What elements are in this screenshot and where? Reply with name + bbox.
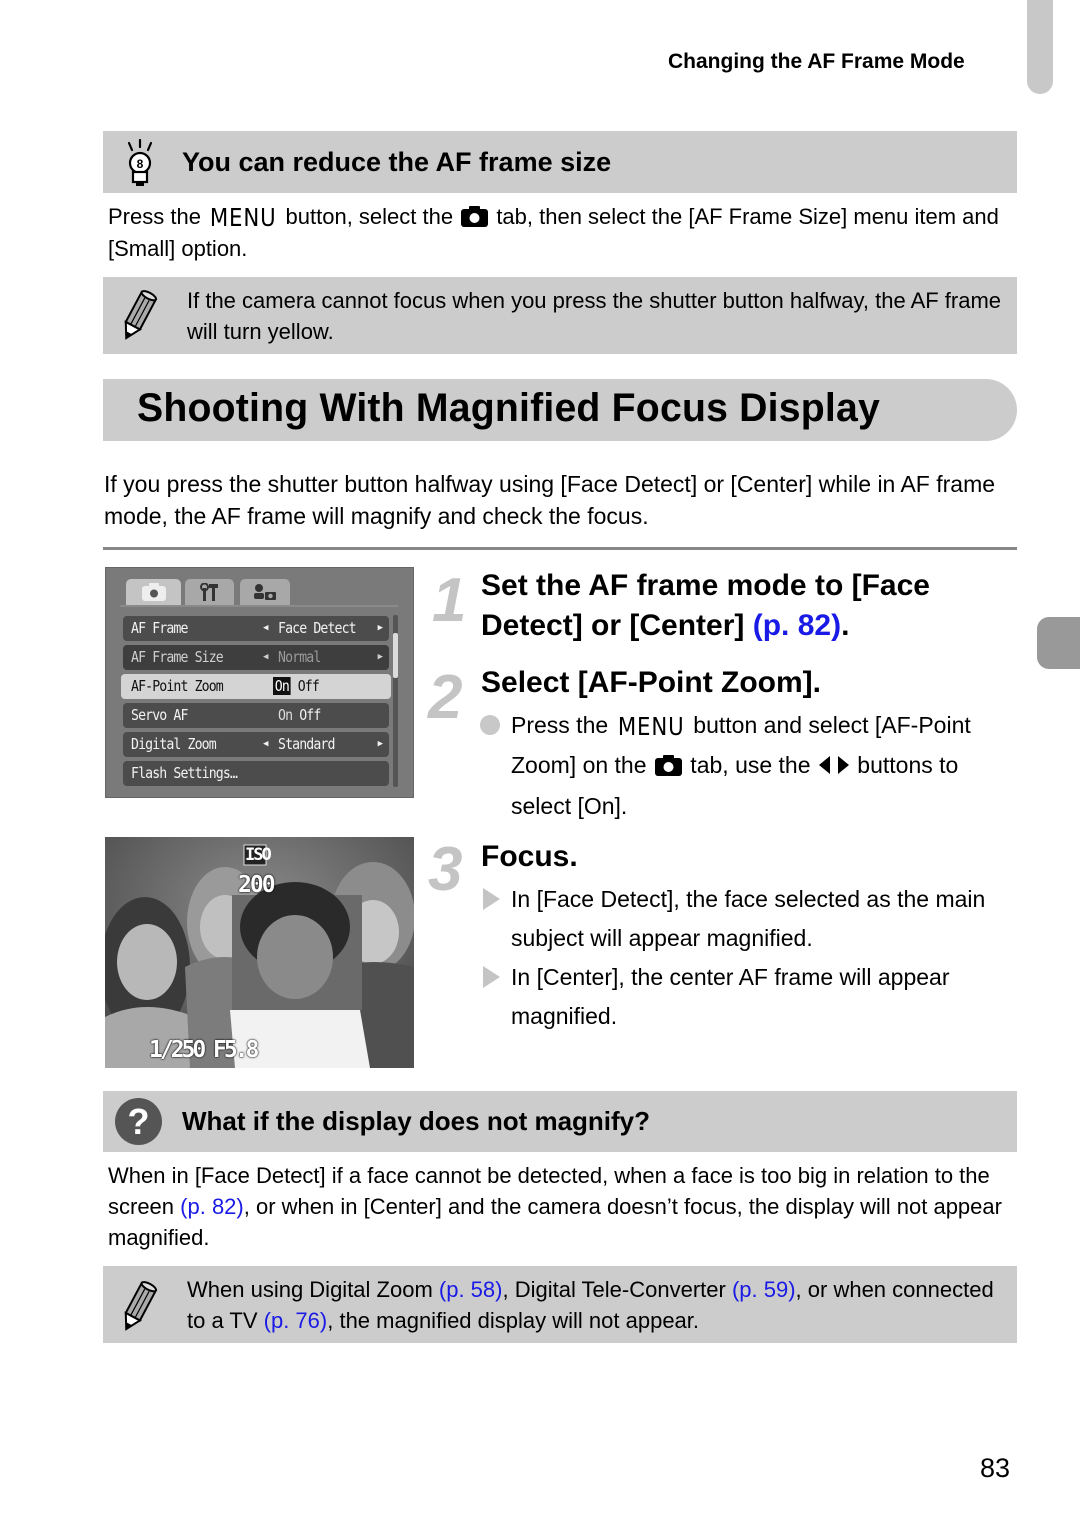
menu-row-label: Flash Settings…: [131, 764, 238, 782]
page-link[interactable]: (p. 59): [732, 1277, 796, 1302]
left-arrow-icon: ◀: [263, 623, 269, 633]
menu-row-af-frame: AF Frame ◀ Face Detect ▶: [123, 616, 389, 641]
left-arrow-icon: ◀: [263, 652, 269, 662]
step-instruction: Press the MENU button and select [AF-Poi…: [511, 706, 1011, 826]
thumb-tab-chapter: [1037, 617, 1080, 669]
iso-label: ISO: [245, 845, 272, 865]
menu-row-value: Standard: [278, 735, 335, 753]
right-arrow-icon: ▶: [377, 623, 383, 633]
camera-menu-screen: AF Frame ◀ Face Detect ▶ AF Frame Size ◀…: [105, 567, 414, 798]
running-header: Changing the AF Frame Mode: [668, 50, 965, 73]
step-number: 2: [428, 663, 463, 732]
menu-scrollbar: [393, 615, 398, 787]
menu-row-af-point-zoom: AF-Point Zoom On Off: [121, 674, 391, 699]
option-on-selected: On: [273, 677, 291, 695]
step-title: Select [AF-Point Zoom].: [481, 666, 821, 699]
menu-row-servo-af: Servo AF On Off: [123, 703, 389, 728]
tab-underline: [120, 605, 398, 607]
section-title: Shooting With Magnified Focus Display: [137, 386, 880, 430]
shutter-speed: 1/250: [149, 1037, 206, 1063]
camera-icon: [141, 583, 166, 601]
tip-body-text: Press the: [108, 204, 208, 229]
lightbulb-icon: 8: [122, 138, 158, 188]
faq-body: When in [Face Detect] if a face cannot b…: [108, 1160, 1018, 1253]
left-arrow-icon: ◀: [263, 739, 269, 749]
note-text-part: , Digital Tele-Converter: [502, 1277, 732, 1302]
menu-row-label: AF Frame: [131, 619, 188, 637]
menu-button-label: MENU: [617, 712, 685, 741]
step-result: In [Face Detect], the face selected as t…: [511, 886, 986, 951]
page-link[interactable]: (p. 58): [439, 1277, 503, 1302]
right-arrow-icon: ▶: [377, 739, 383, 749]
option-off: Off: [297, 677, 320, 695]
step-number: 1: [432, 566, 467, 635]
divider: [103, 547, 1017, 550]
menu-row-label: AF-Point Zoom: [131, 677, 224, 695]
right-arrow-icon: ▶: [377, 652, 383, 662]
menu-row-af-frame-size: AF Frame Size ◀ Normal ▶: [123, 645, 389, 670]
option-on: On: [278, 706, 293, 724]
option-off: Off: [299, 706, 321, 724]
instruction-text: tab, use the: [683, 752, 817, 778]
menu-row-label: Servo AF: [131, 706, 188, 724]
page-number: 83: [980, 1453, 1011, 1483]
menu-row-value: Face Detect: [278, 619, 357, 637]
instruction-text: Press the: [511, 712, 615, 738]
page-link[interactable]: (p. 82): [180, 1194, 244, 1219]
note-text: If the camera cannot focus when you pres…: [187, 288, 1002, 344]
wrench-icon: [199, 583, 218, 601]
camera-icon: [654, 749, 682, 776]
question-icon: ?: [115, 1098, 162, 1145]
menu-tab-settings: [185, 579, 234, 605]
iso-value: 200: [238, 872, 276, 898]
camera-icon: [461, 204, 489, 227]
note-text-part: , the magnified display will not appear.: [327, 1308, 700, 1333]
thumb-tab-top: [1027, 0, 1053, 94]
step-title: Set the AF frame mode to [Face Detect] o…: [481, 566, 1011, 646]
aperture-value: F5.8: [213, 1037, 259, 1063]
page-link[interactable]: (p. 82): [753, 609, 841, 642]
bullet-icon: [480, 715, 500, 735]
my-settings-icon: [254, 584, 276, 600]
menu-tab-my-settings: [240, 579, 290, 605]
menu-row-label: Digital Zoom: [131, 735, 217, 753]
tip-body-text: button, select the: [279, 204, 460, 229]
tip-body: Press the MENU button, select the tab, t…: [108, 201, 1018, 264]
note-text: When using Digital Zoom (p. 58), Digital…: [187, 1274, 1012, 1336]
menu-button-label: MENU: [209, 203, 277, 232]
svg-text:8: 8: [137, 157, 144, 171]
faq-title: What if the display does not magnify?: [182, 1106, 651, 1136]
step-title-text: .: [841, 609, 850, 642]
step-number: 3: [428, 835, 463, 904]
left-right-arrows-icon: [817, 748, 851, 787]
result-arrow-icon: [483, 966, 500, 988]
menu-row-flash-settings: Flash Settings…: [123, 761, 389, 786]
magnified-focus-photo: ISO 200 1/250 F5.8: [105, 837, 414, 1068]
pencil-icon: [118, 289, 158, 343]
tip-title: You can reduce the AF frame size: [182, 147, 612, 177]
step-title: Focus.: [481, 840, 578, 873]
result-arrow-icon: [483, 888, 500, 910]
menu-row-value: Normal: [278, 648, 321, 666]
menu-row-digital-zoom: Digital Zoom ◀ Standard ▶: [123, 732, 389, 757]
step-result: In [Center], the center AF frame will ap…: [511, 964, 950, 1029]
step-title-text: Set the AF frame mode to [Face Detect] o…: [481, 569, 930, 642]
section-intro: If you press the shutter button halfway …: [104, 471, 996, 529]
note-text-part: When using Digital Zoom: [187, 1277, 439, 1302]
page-link[interactable]: (p. 76): [264, 1308, 328, 1333]
menu-row-label: AF Frame Size: [131, 648, 224, 666]
pencil-icon: [118, 1280, 158, 1334]
menu-scroll-thumb: [393, 633, 398, 678]
menu-tab-shooting: [126, 579, 181, 605]
